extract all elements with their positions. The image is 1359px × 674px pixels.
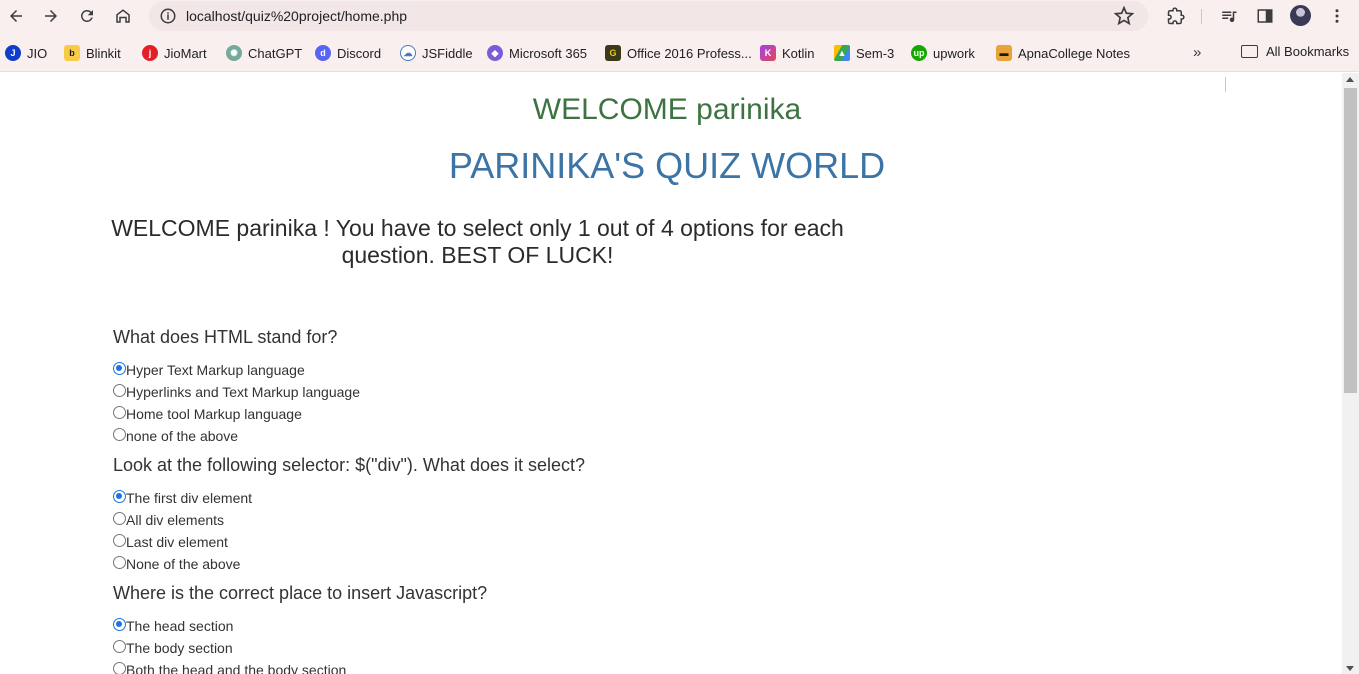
address-bar[interactable]: localhost/quiz%20project/home.php xyxy=(149,1,1148,31)
radio-button[interactable] xyxy=(113,405,126,419)
more-bookmarks-button[interactable]: » xyxy=(1193,44,1201,61)
discord-icon: d xyxy=(315,45,331,61)
jiomart-icon: j xyxy=(142,45,158,61)
profile-avatar[interactable] xyxy=(1290,5,1311,26)
chatgpt-icon: ✺ xyxy=(226,45,242,61)
bookmark-discord[interactable]: d Discord xyxy=(315,44,381,62)
url-text[interactable]: localhost/quiz%20project/home.php xyxy=(186,8,407,24)
scroll-up-arrow-icon[interactable] xyxy=(1346,77,1354,82)
q1-option-1[interactable]: Hyper Text Markup language xyxy=(113,361,305,378)
reload-button[interactable] xyxy=(74,4,100,28)
q1-option-2[interactable]: Hyperlinks and Text Markup language xyxy=(113,383,360,400)
radio-button[interactable] xyxy=(113,383,126,397)
q2-option-2[interactable]: All div elements xyxy=(113,511,224,528)
radio-button[interactable] xyxy=(113,661,126,674)
all-bookmarks-button[interactable]: All Bookmarks xyxy=(1241,44,1349,59)
radio-button[interactable] xyxy=(113,489,126,503)
bookmark-star-icon[interactable] xyxy=(1114,6,1134,26)
folder-icon xyxy=(1241,45,1258,58)
upwork-icon: up xyxy=(911,45,927,61)
home-button[interactable] xyxy=(110,4,136,28)
radio-button[interactable] xyxy=(113,511,126,525)
extensions-button[interactable] xyxy=(1164,4,1188,28)
microsoft365-icon: ◆ xyxy=(487,45,503,61)
bookmark-blinkit[interactable]: b Blinkit xyxy=(64,44,121,62)
side-panel-icon xyxy=(1257,9,1273,23)
jsfiddle-icon: ☁ xyxy=(400,45,416,61)
google-drive-icon: ▲ xyxy=(834,45,850,61)
scrollbar-thumb[interactable] xyxy=(1344,88,1357,393)
welcome-heading: WELCOME parinika xyxy=(532,93,802,126)
chevron-double-right-icon: » xyxy=(1193,44,1202,61)
bookmarks-bar: J JIO b Blinkit j JioMart ✺ ChatGPT d Discord… xyxy=(0,33,1359,92)
q2-option-3[interactable]: Last div element xyxy=(113,533,228,550)
scroll-down-arrow-icon[interactable] xyxy=(1346,666,1354,671)
jio-icon: J xyxy=(5,45,21,61)
site-title: PARINIKA'S QUIZ WORLD xyxy=(448,145,886,186)
bookmark-kotlin[interactable]: K Kotlin xyxy=(760,44,815,62)
apnacollege-icon: ▬ xyxy=(996,45,1012,61)
puzzle-icon xyxy=(1167,7,1185,25)
side-panel-button[interactable] xyxy=(1253,4,1277,28)
q3-option-1[interactable]: The head section xyxy=(113,617,233,634)
radio-button[interactable] xyxy=(113,427,126,441)
bookmark-sem3[interactable]: ▲ Sem-3 xyxy=(834,44,894,62)
bookmark-upwork[interactable]: up upwork xyxy=(911,44,975,62)
site-info-icon[interactable] xyxy=(159,7,177,25)
radio-button[interactable] xyxy=(113,555,126,569)
q1-option-3[interactable]: Home tool Markup language xyxy=(113,405,302,422)
q3-option-3[interactable]: Both the head and the body section xyxy=(113,661,346,674)
question-3: Where is the correct place to insert Jav… xyxy=(113,583,488,603)
browser-toolbar: localhost/quiz%20project/home.php xyxy=(0,0,1359,33)
bookmark-jiomart[interactable]: j JioMart xyxy=(142,44,207,62)
question-2: Look at the following selector: $("div")… xyxy=(113,455,586,475)
q1-option-4[interactable]: none of the above xyxy=(113,427,238,444)
q2-option-1[interactable]: The first div element xyxy=(113,489,252,506)
office-icon: G xyxy=(605,45,621,61)
bookmark-microsoft365[interactable]: ◆ Microsoft 365 xyxy=(487,44,587,62)
home-icon xyxy=(116,9,130,23)
page-content: WELCOME parinika PARINIKA'S QUIZ WORLD W… xyxy=(0,73,1342,674)
radio-button[interactable] xyxy=(113,361,126,375)
kotlin-icon: K xyxy=(760,45,776,61)
more-vertical-icon xyxy=(1335,9,1339,23)
arrow-right-icon xyxy=(45,10,57,22)
bookmark-jsfiddle[interactable]: ☁ JSFiddle xyxy=(400,44,473,62)
bookmark-chatgpt[interactable]: ✺ ChatGPT xyxy=(226,44,302,62)
radio-button[interactable] xyxy=(113,617,126,631)
instructions-text: WELCOME parinika ! You have to select on… xyxy=(111,215,844,268)
question-1: What does HTML stand for? xyxy=(113,327,338,347)
forward-button[interactable] xyxy=(38,4,64,28)
q2-option-4[interactable]: None of the above xyxy=(113,555,240,572)
arrow-left-icon xyxy=(10,10,22,22)
bookmark-jio[interactable]: J JIO xyxy=(5,44,47,62)
back-button[interactable] xyxy=(3,4,29,28)
blinkit-icon: b xyxy=(64,45,80,61)
media-control-button[interactable] xyxy=(1217,4,1241,28)
q3-option-2[interactable]: The body section xyxy=(113,639,233,656)
menu-button[interactable] xyxy=(1325,4,1349,28)
music-queue-icon xyxy=(1222,11,1237,23)
reload-icon xyxy=(80,9,93,22)
radio-button[interactable] xyxy=(113,533,126,547)
bookmark-office[interactable]: G Office 2016 Profess... xyxy=(605,44,752,62)
toolbar-divider xyxy=(1201,9,1202,24)
bookmark-apnacollege[interactable]: ▬ ApnaCollege Notes xyxy=(996,44,1130,62)
radio-button[interactable] xyxy=(113,639,126,653)
